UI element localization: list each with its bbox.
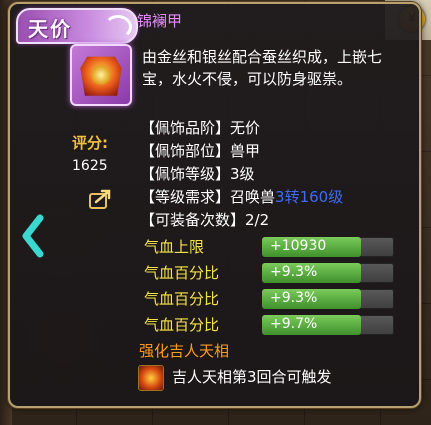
fire-skill-icon: [138, 365, 164, 391]
tooltip-left-column: 天价 评分: 1625: [16, 8, 138, 404]
attribute-label: 【可装备次数】: [140, 211, 246, 229]
attribute-label: 【等级需求】: [140, 188, 231, 206]
stat-label-hp-percent: 气血百分比: [144, 264, 220, 282]
share-icon[interactable]: [88, 188, 114, 210]
stat-value: +9.3%: [270, 264, 318, 280]
swirl-decoration-icon: [104, 15, 132, 39]
attribute-label: 【佩饰等级】: [140, 165, 231, 183]
attribute-equip-count: 【可装备次数】2/2: [140, 209, 269, 230]
attribute-value: 召唤兽: [230, 188, 276, 206]
stat-bar-hp-percent: +9.7%: [262, 315, 394, 335]
item-description: 由金丝和银丝配合蚕丝织成，上嵌七宝，水火不侵，可以防身驱祟。: [142, 48, 383, 88]
attribute-grade: 【佩饰品阶】无价: [140, 117, 260, 138]
grade-banner: 天价: [16, 8, 138, 44]
score-label: 评分:: [72, 134, 108, 152]
stat-value: +9.7%: [270, 316, 318, 332]
stat-value: +10930: [270, 238, 327, 254]
stat-value: +9.3%: [270, 290, 318, 306]
item-icon-frame: [70, 44, 132, 106]
attribute-label: 【佩饰部位】: [140, 142, 231, 160]
attribute-requirement: 【等级需求】召唤兽3转160级: [140, 186, 343, 207]
stat-bar-hp-percent: +9.3%: [262, 263, 394, 283]
armor-gem-icon: [91, 64, 111, 86]
item-name: 锦襕甲: [137, 12, 183, 30]
attribute-value: 2/2: [245, 211, 270, 229]
stat-bar-hp-percent: +9.3%: [262, 289, 394, 309]
grade-banner-label: 天价: [28, 17, 72, 41]
attribute-value: 兽甲: [230, 142, 261, 160]
chevron-left-icon[interactable]: [20, 214, 48, 258]
score-value: 1625: [72, 158, 108, 174]
attribute-value: 无价: [230, 119, 261, 137]
stat-bar-hp-max: +10930: [262, 237, 394, 257]
skill-title: 强化吉人天相: [139, 342, 230, 360]
attribute-slot: 【佩饰部位】兽甲: [140, 140, 260, 161]
stat-label-hp-percent: 气血百分比: [144, 316, 220, 334]
attribute-highlight: 3转160级: [275, 188, 344, 206]
stat-label-hp-max: 气血上限: [144, 238, 205, 256]
skill-description: 吉人天相第3回合可触发: [172, 368, 332, 386]
attribute-label: 【佩饰品阶】: [140, 119, 231, 137]
stat-label-hp-percent: 气血百分比: [144, 290, 220, 308]
attribute-level: 【佩饰等级】3级: [140, 163, 255, 184]
attribute-value: 3级: [230, 165, 255, 183]
